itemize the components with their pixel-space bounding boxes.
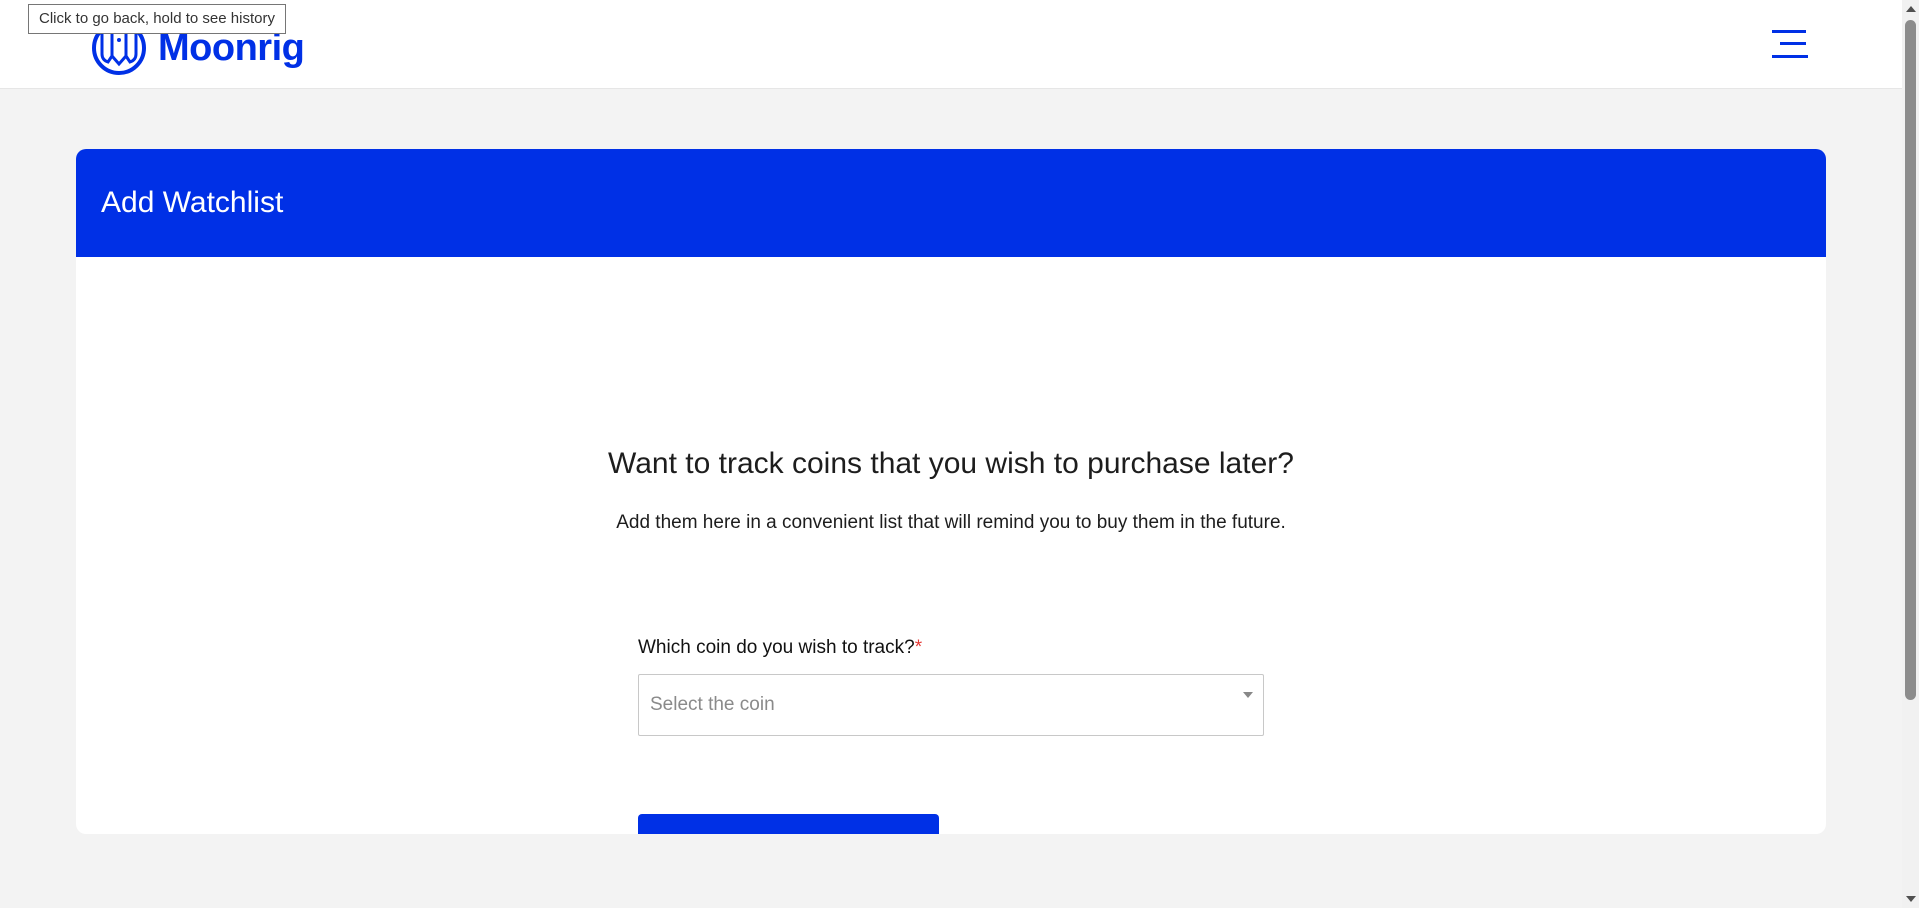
add-watchlist-card: Add Watchlist Want to track coins that y… — [76, 149, 1826, 834]
add-coin-button[interactable]: Add coin — [638, 814, 939, 834]
back-button-tooltip: Click to go back, hold to see history — [28, 4, 286, 34]
card-body: Want to track coins that you wish to pur… — [76, 257, 1826, 834]
headline: Want to track coins that you wish to pur… — [608, 447, 1294, 480]
card-header: Add Watchlist — [76, 149, 1826, 257]
coin-field-label: Which coin do you wish to track?* — [638, 637, 1264, 659]
scroll-down-arrow-icon[interactable] — [1906, 896, 1916, 902]
menu-button[interactable] — [1770, 28, 1810, 60]
coin-field-label-text: Which coin do you wish to track? — [638, 637, 915, 658]
card-title: Add Watchlist — [101, 186, 284, 219]
subline: Add them here in a convenient list that … — [616, 512, 1286, 533]
hamburger-menu-icon — [1772, 30, 1808, 58]
coin-select-placeholder: Select the coin — [650, 694, 775, 715]
vertical-scrollbar[interactable] — [1902, 0, 1919, 908]
scroll-up-arrow-icon[interactable] — [1906, 6, 1916, 12]
scroll-thumb[interactable] — [1905, 20, 1916, 700]
page: Moonrig Click to go back, hold to see hi… — [0, 0, 1919, 908]
add-coin-form: Which coin do you wish to track?* Select… — [638, 637, 1264, 736]
coin-select[interactable]: Select the coin — [638, 674, 1264, 736]
caret-down-icon — [1243, 692, 1253, 698]
required-mark: * — [914, 637, 923, 658]
